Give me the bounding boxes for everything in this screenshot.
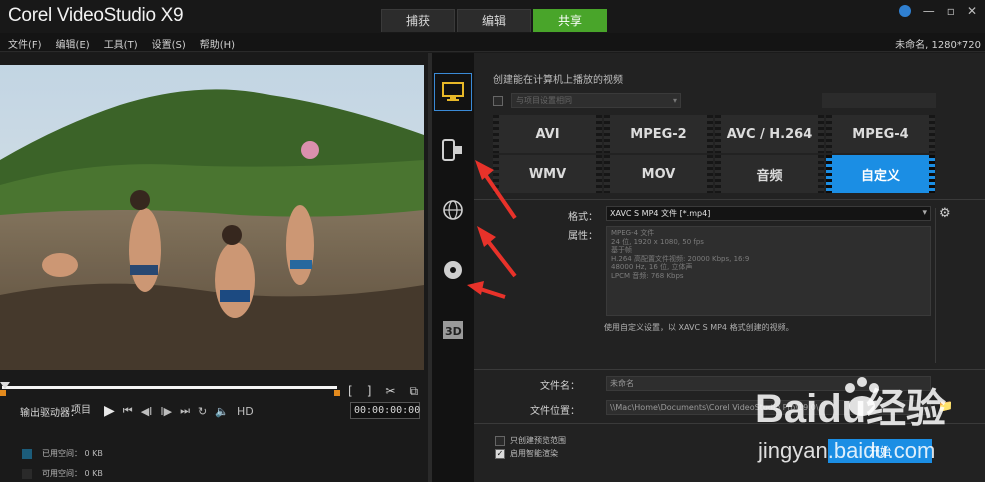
format-label: 格式： — [568, 212, 598, 223]
svg-text:3D: 3D — [445, 325, 462, 338]
property-line: 48000 Hz, 16 位, 立体声 — [611, 263, 693, 271]
preview-range-option: 只创建预览范围 — [495, 435, 566, 446]
window-controls: — ▫ ✕ — [898, 4, 977, 18]
same-as-project-checkbox[interactable] — [493, 95, 503, 106]
format-mov-button[interactable]: MOV — [604, 155, 713, 193]
disc-icon — [444, 261, 462, 279]
title-bar: Corel VideoStudio X9 捕获 编辑 共享 — ▫ ✕ — [0, 0, 985, 33]
project-info: 未命名, 1280*720 — [895, 40, 981, 51]
output-drive-title: 输出驱动器： — [20, 408, 80, 419]
settings-scrollbar[interactable] — [935, 208, 936, 363]
disc-category-button[interactable] — [434, 251, 472, 289]
format-avi-button[interactable]: AVI — [493, 115, 602, 153]
mobile-device-icon — [442, 139, 462, 161]
mark-in-button[interactable]: [ — [348, 384, 353, 399]
next-frame-icon[interactable]: I▶ — [160, 405, 172, 418]
used-space-label: 已用空间： 0 KB — [42, 449, 103, 458]
property-line: LPCM 音频: 768 Kbps — [611, 271, 684, 280]
watermark-brand: Baidu经验 — [755, 387, 946, 431]
prev-frame-icon[interactable]: ◀I — [141, 405, 153, 418]
app-title: Corel VideoStudio X9 — [8, 5, 184, 26]
device-category-button[interactable] — [434, 131, 472, 169]
property-line: 基于帧 — [611, 246, 632, 254]
property-line: H.264 高配置文件视频: 20000 Kbps, 16:9 — [611, 254, 750, 263]
tab-edit[interactable]: 编辑 — [457, 9, 531, 32]
properties-label: 属性： — [568, 231, 598, 242]
gear-icon[interactable]: ⚙ — [939, 206, 951, 221]
tab-capture[interactable]: 捕获 — [381, 9, 455, 32]
smart-render-checkbox[interactable]: ✓ — [495, 448, 505, 459]
timecode-field[interactable]: 00:00:00:00 — [350, 402, 420, 419]
format-wmv-button[interactable]: WMV — [493, 155, 602, 193]
close-icon[interactable]: ✕ — [967, 4, 977, 18]
scrubber-handle[interactable] — [0, 382, 10, 389]
free-space-row: 可用空间： 0 KB — [22, 468, 103, 479]
format-audio-button[interactable]: 音频 — [715, 155, 824, 193]
property-line: MPEG-4 文件 — [611, 229, 655, 237]
format-custom-button[interactable]: 自定义 — [826, 155, 935, 193]
hd-toggle[interactable]: HD — [237, 405, 254, 418]
menu-settings[interactable]: 设置(S) — [152, 36, 186, 51]
help-icon[interactable] — [898, 5, 911, 17]
trim-buttons: [ ] ✂ ⧉ — [348, 384, 418, 399]
baidu-logo: Baidu经验 jingyan.baidu.com — [755, 377, 946, 463]
watermark-url: jingyan.baidu.com — [757, 438, 935, 463]
free-space-label: 可用空间： 0 KB — [42, 469, 103, 478]
preview-range-checkbox[interactable] — [495, 435, 505, 446]
output-drive-section: 输出驱动器： 已用空间： 0 KB 可用空间： 0 KB — [0, 408, 428, 482]
menu-help[interactable]: 帮助(H) — [200, 36, 235, 51]
player-panel: [ ] ✂ ⧉ 项目 ▶ ⏮ ◀I I▶ ⏭ ↻ 🔈 HD 00:00:00:0… — [0, 53, 428, 482]
monitor-icon — [442, 82, 464, 101]
3d-icon: 3D — [443, 321, 463, 339]
scrubber-track[interactable] — [2, 386, 337, 389]
web-category-button[interactable] — [434, 191, 472, 229]
menu-edit[interactable]: 编辑(E) — [56, 36, 90, 51]
filename-label: 文件名： — [540, 381, 580, 392]
properties-note: 使用自定义设置，以 XAVC S MP4 格式创建的视频。 — [604, 323, 794, 332]
format-mpeg2-button[interactable]: MPEG-2 — [604, 115, 713, 153]
used-space-row: 已用空间： 0 KB — [22, 448, 103, 459]
smart-render-label: 启用智能渲染 — [510, 449, 558, 458]
volume-icon[interactable]: 🔈 — [215, 405, 229, 418]
free-space-swatch — [22, 468, 32, 479]
section-divider — [474, 199, 985, 200]
video-preview[interactable] — [0, 65, 424, 370]
maximize-icon[interactable]: ▫ — [947, 4, 955, 18]
3d-category-button[interactable]: 3D — [434, 311, 472, 349]
file-location-label: 文件位置： — [530, 406, 580, 417]
baidu-watermark: Baidu经验 jingyan.baidu.com — [750, 370, 980, 473]
go-to-end-icon[interactable]: ⏭ — [180, 404, 190, 418]
preset-row: 与项目设置相同 — [493, 93, 681, 108]
menu-bar: 文件(F) 编辑(E) 工具(T) 设置(S) 帮助(H) 未命名, 1280*… — [0, 33, 985, 52]
format-mpeg4-button[interactable]: MPEG-4 — [826, 115, 935, 153]
workspace-tabs: 捕获 编辑 共享 — [381, 9, 607, 32]
share-description: 创建能在计算机上播放的视频 — [493, 75, 623, 86]
preview-range-label: 只创建预览范围 — [510, 436, 566, 445]
menu-file[interactable]: 文件(F) — [8, 36, 42, 51]
mark-out-button[interactable]: ] — [367, 384, 372, 399]
used-space-swatch — [22, 448, 32, 459]
copy-icon[interactable]: ⧉ — [409, 384, 418, 399]
preview-frame-image — [0, 65, 424, 370]
computer-category-button[interactable] — [434, 73, 472, 111]
format-grid: AVI MPEG-2 AVC / H.264 MPEG-4 WMV MOV 音频… — [493, 115, 935, 193]
properties-box: MPEG-4 文件 24 位, 1920 x 1080, 50 fps 基于帧 … — [606, 226, 931, 316]
cut-icon[interactable]: ✂ — [385, 384, 395, 399]
share-category-strip: 3D — [432, 53, 474, 482]
tab-share[interactable]: 共享 — [533, 9, 607, 32]
preset-dropdown[interactable]: 与项目设置相同 — [511, 93, 681, 108]
property-line: 24 位, 1920 x 1080, 50 fps — [611, 237, 704, 246]
minimize-icon[interactable]: — — [923, 4, 935, 18]
format-avc-h264-button[interactable]: AVC / H.264 — [715, 115, 824, 153]
smart-render-option: ✓ 启用智能渲染 — [495, 448, 558, 459]
play-icon[interactable]: ▶ — [104, 403, 115, 419]
repeat-icon[interactable]: ↻ — [198, 405, 207, 418]
disabled-field — [822, 93, 936, 108]
menu-tools[interactable]: 工具(T) — [104, 36, 138, 51]
go-to-start-icon[interactable]: ⏮ — [123, 404, 133, 418]
globe-icon — [443, 200, 463, 220]
format-dropdown[interactable]: XAVC S MP4 文件 [*.mp4] — [606, 206, 931, 221]
